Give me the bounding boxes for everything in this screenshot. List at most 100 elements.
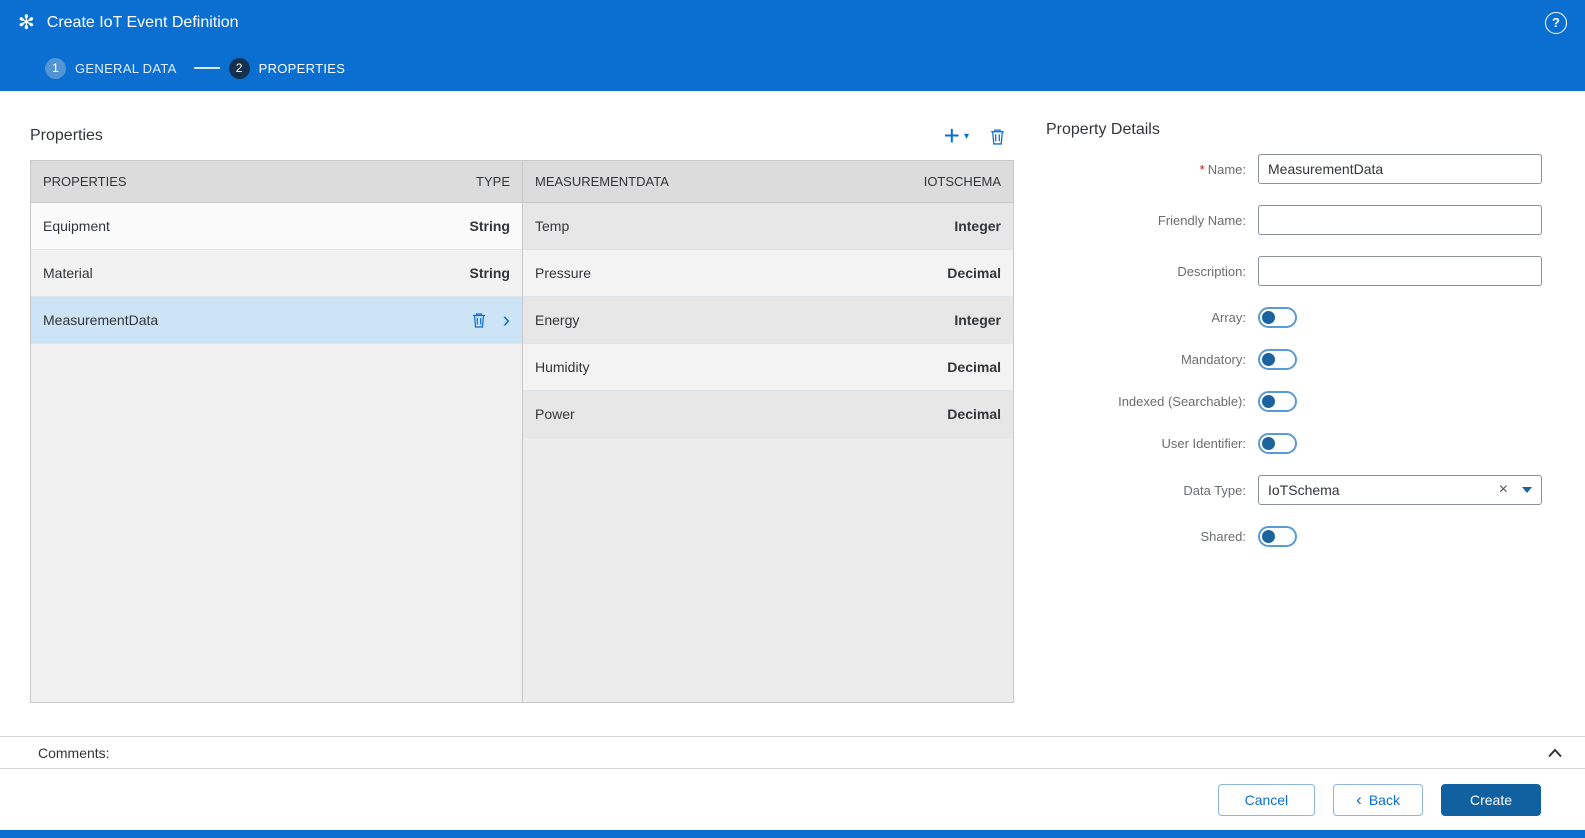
property-type: Integer	[954, 218, 1001, 234]
sub-table-empty-area	[523, 438, 1013, 702]
name-input[interactable]	[1258, 154, 1542, 184]
create-button[interactable]: Create	[1440, 783, 1541, 816]
measurementdata-sub-table: MEASUREMENTDATA IOTSCHEMA Temp Integer P…	[522, 161, 1013, 702]
property-details-title: Property Details	[1046, 121, 1160, 138]
data-type-combobox[interactable]: IoTSchema ×	[1258, 475, 1542, 505]
properties-table: PROPERTIES TYPE Equipment String Materia…	[31, 161, 522, 702]
shared-label: Shared:	[1200, 529, 1246, 544]
step-2-circle: 2	[228, 57, 250, 79]
friendly-name-label: Friendly Name:	[1157, 212, 1246, 228]
description-label: Description:	[1177, 263, 1246, 279]
column-header-measurementdata: MEASUREMENTDATA	[535, 174, 669, 189]
plus-icon: +	[943, 120, 960, 151]
user-identifier-field-row: User Identifier:	[1046, 433, 1545, 454]
table-row-humidity[interactable]: Humidity Decimal	[523, 344, 1013, 391]
property-type: Decimal	[947, 265, 1001, 281]
table-row-temp[interactable]: Temp Integer	[523, 203, 1013, 250]
clear-icon[interactable]: ×	[1499, 482, 1508, 498]
chevron-down-icon[interactable]	[1522, 487, 1532, 493]
properties-table-header: PROPERTIES TYPE	[31, 161, 522, 203]
chevron-down-icon: ▾	[963, 130, 969, 142]
table-row-measurementdata[interactable]: MeasurementData ›	[31, 297, 522, 344]
trash-icon	[991, 128, 1004, 145]
property-name: Material	[43, 265, 93, 281]
properties-panel: Properties + ▾ PROPERTIES TYPE Equipment…	[0, 91, 1014, 736]
column-header-properties: PROPERTIES	[43, 174, 127, 189]
array-label: Array:	[1211, 310, 1246, 325]
create-iot-event-definition-window: ✻ Create IoT Event Definition ? 1 GENERA…	[0, 0, 1585, 838]
trash-icon[interactable]	[471, 312, 487, 328]
chevron-left-icon: ‹	[1356, 790, 1362, 809]
name-field-row: * Name:	[1046, 154, 1545, 184]
table-empty-area	[31, 344, 522, 702]
property-type: Integer	[954, 312, 1001, 328]
shared-toggle[interactable]	[1258, 526, 1297, 547]
back-button[interactable]: ‹ Back	[1333, 783, 1423, 816]
help-icon[interactable]: ?	[1545, 11, 1567, 34]
property-name: MeasurementData	[43, 312, 159, 328]
bottom-accent-bar	[0, 830, 1585, 838]
table-row-power[interactable]: Power Decimal	[523, 391, 1013, 438]
step-1-label: GENERAL DATA	[75, 60, 177, 76]
user-identifier-toggle[interactable]	[1258, 433, 1297, 454]
back-button-label: Back	[1368, 791, 1400, 808]
page-title: Create IoT Event Definition	[46, 13, 239, 31]
property-name: Temp	[535, 218, 570, 234]
step-2-label: PROPERTIES	[258, 60, 346, 76]
mandatory-field-row: Mandatory:	[1046, 349, 1545, 370]
column-header-type: TYPE	[476, 174, 510, 189]
property-type: Decimal	[947, 406, 1001, 422]
table-row-equipment[interactable]: Equipment String	[31, 203, 522, 250]
delete-property-button[interactable]	[989, 128, 1006, 145]
shared-field-row: Shared:	[1046, 526, 1545, 547]
collapse-comments-button[interactable]	[1547, 748, 1563, 758]
property-name: Energy	[535, 312, 580, 328]
property-name: Pressure	[535, 265, 592, 281]
main-content: Properties + ▾ PROPERTIES TYPE Equipment…	[0, 91, 1585, 736]
mandatory-label: Mandatory:	[1180, 352, 1246, 367]
property-name: Humidity	[535, 359, 590, 375]
property-name: Power	[535, 406, 575, 422]
array-toggle[interactable]	[1258, 307, 1297, 328]
indexed-searchable-toggle[interactable]	[1258, 391, 1297, 412]
comments-label: Comments:	[38, 744, 110, 761]
properties-toolbar: + ▾	[943, 120, 1014, 151]
shell-header: ✻ Create IoT Event Definition ?	[0, 0, 1585, 45]
properties-tables: PROPERTIES TYPE Equipment String Materia…	[30, 160, 1014, 703]
table-row-material[interactable]: Material String	[31, 250, 522, 297]
indexed-searchable-label: Indexed (Searchable):	[1118, 394, 1246, 409]
description-field-row: Description:	[1046, 256, 1545, 286]
name-label: * Name:	[1199, 161, 1246, 177]
friendly-name-input[interactable]	[1258, 205, 1542, 235]
cancel-button[interactable]: Cancel	[1217, 783, 1316, 816]
comments-section-bar: Comments:	[0, 736, 1585, 769]
table-row-energy[interactable]: Energy Integer	[523, 297, 1013, 344]
property-details-panel: Property Details *Name: Friendly Name: D…	[1014, 91, 1585, 736]
properties-title: Properties	[30, 127, 103, 144]
wizard-step-bar: 1 GENERAL DATA 2 PROPERTIES	[0, 45, 1585, 91]
chevron-right-icon[interactable]: ›	[503, 309, 510, 331]
step-1-circle: 1	[45, 57, 66, 79]
user-identifier-label: User Identifier:	[1161, 436, 1246, 451]
data-type-label: Data Type:	[1183, 482, 1246, 498]
description-input[interactable]	[1258, 256, 1542, 286]
property-type: String	[469, 218, 510, 234]
app-logo-icon: ✻	[18, 11, 35, 34]
property-name: Equipment	[43, 218, 110, 234]
column-header-iotschema: IOTSCHEMA	[923, 174, 1001, 189]
data-type-value: IoTSchema	[1268, 482, 1340, 498]
mandatory-toggle[interactable]	[1258, 349, 1297, 370]
data-type-field-row: Data Type: IoTSchema ×	[1046, 475, 1545, 505]
property-type: Decimal	[947, 359, 1001, 375]
table-row-pressure[interactable]: Pressure Decimal	[523, 250, 1013, 297]
sub-table-header: MEASUREMENTDATA IOTSCHEMA	[523, 161, 1013, 203]
chevron-up-icon	[1548, 748, 1562, 757]
step-connector-line	[193, 67, 220, 69]
required-marker: *	[1199, 161, 1205, 177]
wizard-step-properties[interactable]: 2 PROPERTIES	[228, 57, 346, 79]
indexed-field-row: Indexed (Searchable):	[1046, 391, 1545, 412]
array-field-row: Array:	[1046, 307, 1545, 328]
wizard-step-general-data[interactable]: 1 GENERAL DATA	[45, 57, 177, 79]
add-property-button[interactable]: + ▾	[943, 120, 969, 151]
property-type: String	[469, 265, 510, 281]
